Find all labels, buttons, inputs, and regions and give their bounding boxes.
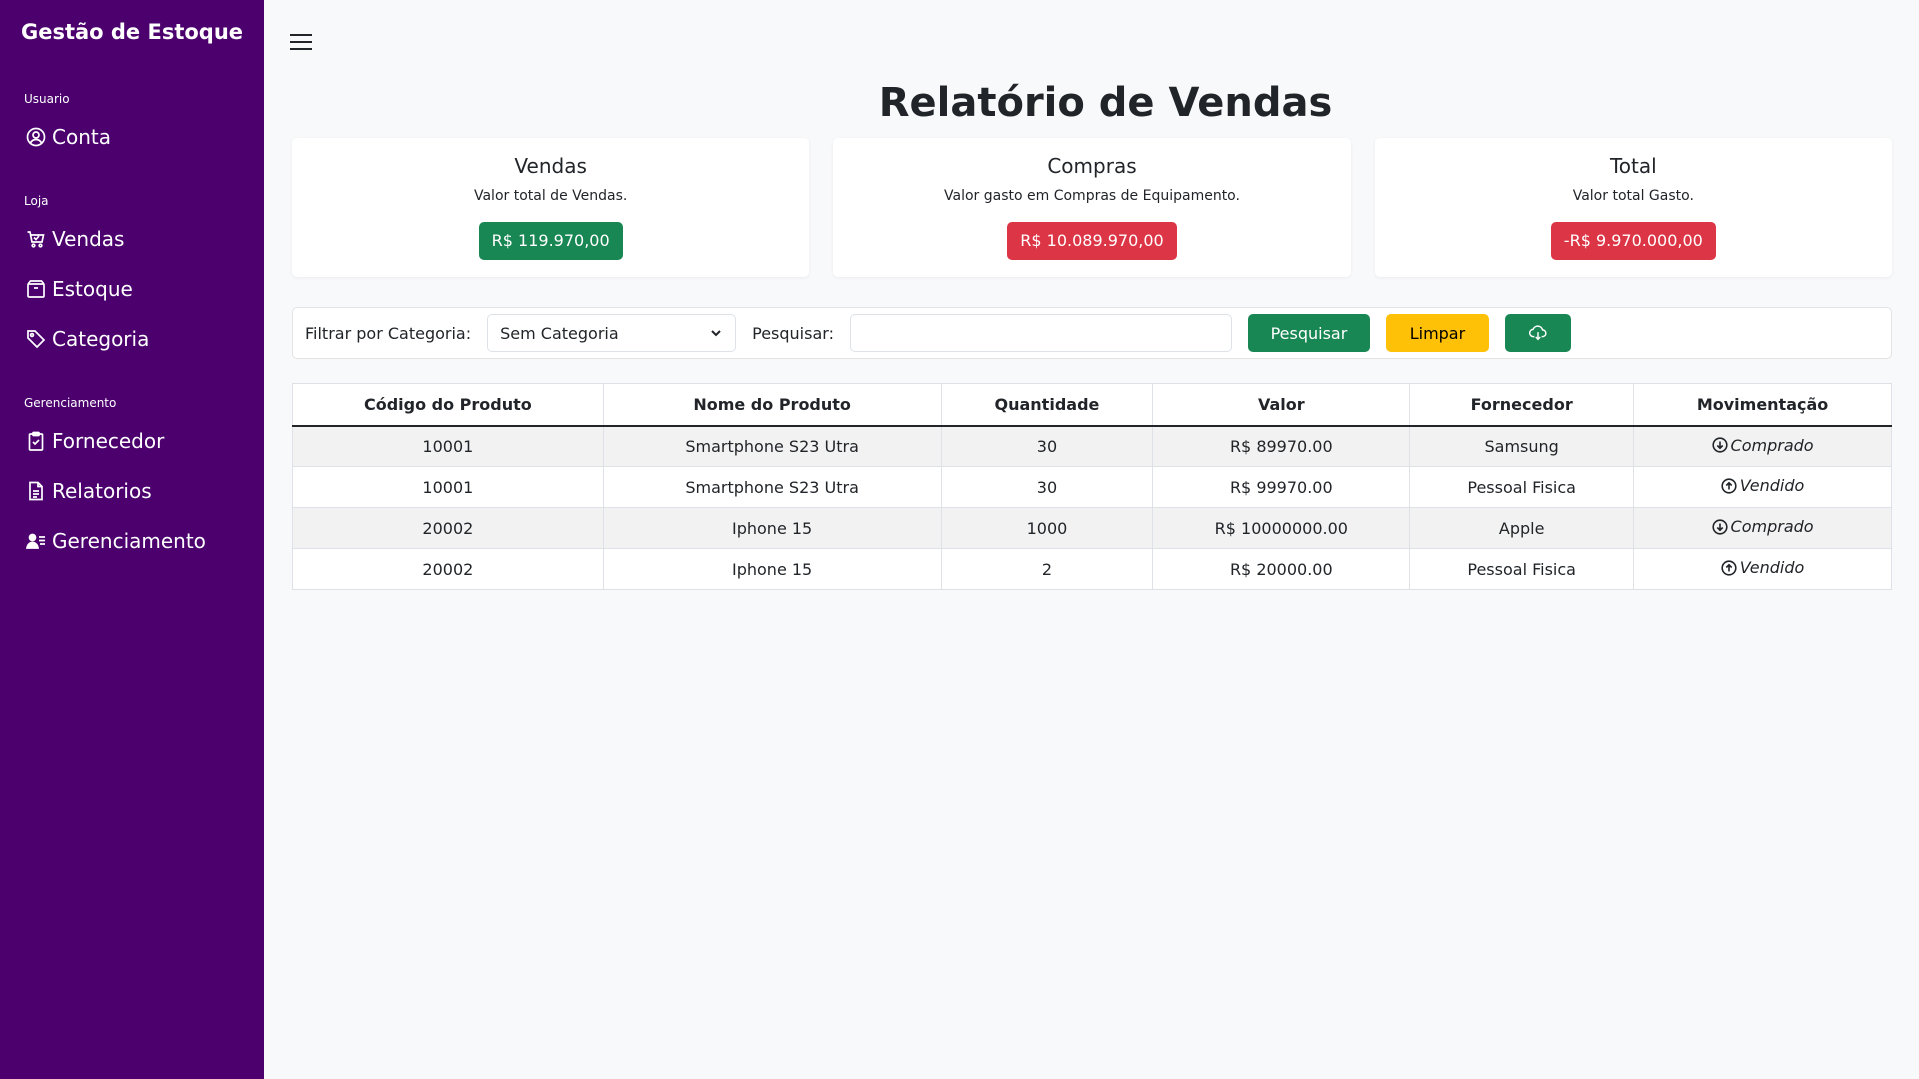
section-label-gerenciamento: Gerenciamento [24, 396, 117, 410]
sidebar-item-label: Conta [52, 125, 111, 149]
cell-qty: 30 [940, 425, 1154, 467]
card-title: Compras [1047, 154, 1137, 178]
user-list-icon [26, 530, 46, 552]
box-icon [26, 278, 46, 300]
sidebar-item-relatorios[interactable]: Relatorios [0, 466, 264, 516]
section-label-loja: Loja [24, 194, 49, 208]
cell-code: 20002 [292, 548, 604, 590]
download-button[interactable] [1504, 314, 1571, 352]
card-compras: Compras Valor gasto em Compras de Equipa… [833, 138, 1351, 277]
brand-title: Gestão de Estoque [20, 20, 244, 44]
sidebar: Gestão de Estoque Usuario Conta Loja Ven… [0, 0, 264, 1079]
search-input[interactable] [849, 314, 1232, 352]
menu-toggle-icon[interactable] [290, 34, 312, 54]
sidebar-item-label: Estoque [52, 277, 133, 301]
category-select[interactable]: Sem Categoria [487, 314, 737, 352]
sidebar-item-label: Vendas [52, 227, 125, 251]
arrow-down-circle-icon [1711, 437, 1728, 453]
cell-value: R$ 99970.00 [1152, 466, 1411, 508]
cell-qty: 2 [940, 548, 1154, 590]
sidebar-item-vendas[interactable]: Vendas [0, 214, 264, 264]
search-button[interactable]: Pesquisar [1247, 314, 1370, 352]
clipboard-check-icon [26, 430, 46, 452]
cell-supplier: Pessoal Fisica [1409, 466, 1635, 508]
cell-value: R$ 10000000.00 [1152, 507, 1411, 549]
table-header-row: Código do Produto Nome do Produto Quanti… [292, 383, 1892, 427]
card-subtitle: Valor gasto em Compras de Equipamento. [944, 188, 1240, 204]
cell-movement: Vendido [1633, 548, 1892, 590]
cell-name: Smartphone S23 Utra [602, 425, 942, 467]
column-header: Código do Produto [292, 383, 604, 427]
column-header: Quantidade [940, 383, 1154, 427]
movement-label: Vendido [1739, 558, 1805, 578]
cell-movement: Comprado [1633, 425, 1892, 467]
table-row: 10001 Smartphone S23 Utra 30 R$ 99970.00… [292, 466, 1892, 508]
cell-name: Iphone 15 [602, 548, 942, 590]
card-value-badge: R$ 119.970,00 [478, 222, 623, 260]
arrow-up-circle-icon [1721, 478, 1737, 494]
cell-qty: 30 [940, 466, 1154, 508]
cell-supplier: Apple [1409, 507, 1635, 549]
cell-supplier: Pessoal Fisica [1409, 548, 1635, 590]
table-row: 20002 Iphone 15 2 R$ 20000.00 Pessoal Fi… [292, 548, 1892, 590]
sidebar-item-gerenciamento[interactable]: Gerenciamento [0, 516, 264, 566]
card-value-badge: R$ 10.089.970,00 [1007, 222, 1177, 260]
category-select-value: Sem Categoria [500, 323, 619, 343]
document-icon [26, 480, 46, 502]
sales-table: Código do Produto Nome do Produto Quanti… [292, 383, 1892, 590]
chevron-down-icon [711, 330, 721, 337]
card-title: Vendas [514, 154, 587, 178]
sidebar-item-conta[interactable]: Conta [0, 112, 264, 162]
user-circle-icon [26, 126, 46, 148]
cell-movement: Vendido [1633, 466, 1892, 508]
summary-cards: Vendas Valor total de Vendas. R$ 119.970… [292, 138, 1892, 277]
cell-name: Iphone 15 [602, 507, 942, 549]
cell-name: Smartphone S23 Utra [602, 466, 942, 508]
filter-bar: Filtrar por Categoria: Sem Categoria Pes… [292, 307, 1892, 359]
movement-label: Comprado [1730, 435, 1814, 455]
cell-value: R$ 89970.00 [1152, 425, 1411, 467]
cell-code: 20002 [292, 507, 604, 549]
section-label-usuario: Usuario [24, 92, 70, 106]
sidebar-item-estoque[interactable]: Estoque [0, 264, 264, 314]
sidebar-item-label: Categoria [52, 327, 150, 351]
cloud-download-icon [1528, 325, 1547, 341]
main-content: Relatório de Vendas Vendas Valor total d… [264, 0, 1919, 1079]
sidebar-item-label: Relatorios [52, 479, 152, 503]
cell-code: 10001 [292, 466, 604, 508]
cart-icon [26, 228, 46, 250]
cell-supplier: Samsung [1409, 425, 1635, 467]
column-header: Nome do Produto [602, 383, 942, 427]
movement-label: Vendido [1739, 476, 1805, 496]
table-row: 10001 Smartphone S23 Utra 30 R$ 89970.00… [292, 425, 1892, 467]
cell-value: R$ 20000.00 [1152, 548, 1411, 590]
card-subtitle: Valor total de Vendas. [473, 188, 628, 204]
card-subtitle: Valor total Gasto. [1572, 188, 1694, 204]
tag-icon [26, 328, 46, 350]
sidebar-item-categoria[interactable]: Categoria [0, 314, 264, 364]
column-header: Movimentação [1633, 383, 1892, 427]
card-vendas: Vendas Valor total de Vendas. R$ 119.970… [292, 138, 810, 277]
category-filter-label: Filtrar por Categoria: [305, 323, 472, 343]
movement-label: Comprado [1730, 517, 1814, 537]
sidebar-item-label: Gerenciamento [52, 529, 206, 553]
sidebar-item-fornecedor[interactable]: Fornecedor [0, 416, 264, 466]
page-title: Relatório de Vendas [878, 80, 1333, 126]
arrow-up-circle-icon [1721, 560, 1737, 576]
cell-code: 10001 [292, 425, 604, 467]
sidebar-item-label: Fornecedor [52, 429, 165, 453]
search-label: Pesquisar: [752, 323, 834, 343]
card-title: Total [1609, 154, 1657, 178]
column-header: Valor [1152, 383, 1411, 427]
arrow-down-circle-icon [1711, 519, 1728, 535]
column-header: Fornecedor [1409, 383, 1635, 427]
cell-qty: 1000 [940, 507, 1154, 549]
card-value-badge: -R$ 9.970.000,00 [1550, 222, 1716, 260]
cell-movement: Comprado [1633, 507, 1892, 549]
table-row: 20002 Iphone 15 1000 R$ 10000000.00 Appl… [292, 507, 1892, 549]
card-total: Total Valor total Gasto. -R$ 9.970.000,0… [1374, 138, 1892, 277]
clear-button[interactable]: Limpar [1385, 314, 1489, 352]
